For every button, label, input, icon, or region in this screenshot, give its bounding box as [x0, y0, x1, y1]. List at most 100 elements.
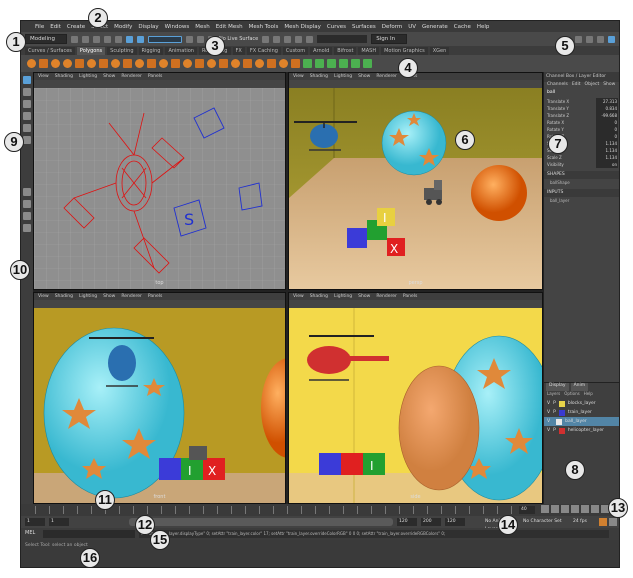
menu-edit[interactable]: Edit [50, 24, 61, 30]
layer-row[interactable]: V P blocks_layer [544, 399, 619, 408]
vp-menu-shading[interactable]: Shading [310, 294, 328, 299]
menu-curves[interactable]: Curves [327, 24, 346, 30]
menu-mesh[interactable]: Mesh [195, 24, 209, 30]
vp-menu-shading[interactable]: Shading [55, 74, 73, 79]
two-pane-layout-icon[interactable] [23, 212, 31, 220]
shelf-tab-curves[interactable]: Curves / Surfaces [25, 47, 75, 55]
undo-icon[interactable] [104, 35, 111, 43]
vp-menu-show[interactable]: Show [358, 74, 370, 79]
spherical-map-icon[interactable] [327, 59, 336, 68]
vp-menu-lighting[interactable]: Lighting [79, 74, 97, 79]
menu-edit-mesh[interactable]: Edit Mesh [216, 24, 243, 30]
attr-row[interactable]: Translate X 27.313 [544, 98, 619, 105]
vp-menu-renderer[interactable]: Renderer [121, 294, 142, 299]
menu-help[interactable]: Help [477, 24, 490, 30]
shelf-tab-mash[interactable]: MASH [358, 47, 380, 55]
menu-modify[interactable]: Modify [114, 24, 132, 30]
layer-playback[interactable]: P [553, 401, 556, 406]
attr-row[interactable]: Visibility on [544, 161, 619, 168]
attr-value[interactable]: 1.134 [596, 147, 618, 154]
attr-row[interactable]: Translate Z -99.668 [544, 112, 619, 119]
layer-color-swatch[interactable] [556, 418, 563, 425]
layer-color-swatch[interactable] [558, 400, 565, 407]
layer-color-swatch[interactable] [558, 409, 565, 416]
menu-mesh-tools[interactable]: Mesh Tools [249, 24, 279, 30]
layer-name[interactable]: blocks_layer [568, 401, 596, 406]
attr-value[interactable]: 0 [596, 133, 618, 140]
shape-node[interactable]: ballShape [544, 179, 619, 186]
poly-torus-icon[interactable] [87, 59, 96, 68]
playback-range-end[interactable]: 120 [445, 518, 465, 526]
step-back-key-icon[interactable] [551, 505, 559, 513]
attr-value[interactable]: 0 [596, 126, 618, 133]
poly-cube-icon[interactable] [39, 59, 48, 68]
vp-menu-view[interactable]: View [38, 74, 49, 79]
shelf-tab-rigging[interactable]: Rigging [138, 47, 164, 55]
shelf-tab-sculpting[interactable]: Sculpting [107, 47, 137, 55]
attr-row[interactable]: Rotate Y 0 [544, 126, 619, 133]
poly-svg-icon[interactable] [159, 59, 168, 68]
redo-icon[interactable] [115, 35, 122, 43]
cylindrical-map-icon[interactable] [315, 59, 324, 68]
unfold-icon[interactable] [351, 59, 360, 68]
shelf-tab-bifrost[interactable]: Bifrost [334, 47, 357, 55]
layer-visibility[interactable]: V [547, 419, 550, 424]
layer-color-swatch[interactable] [558, 427, 565, 434]
boolean-icon[interactable] [207, 59, 216, 68]
layer-tab-anim[interactable]: Anim [570, 383, 589, 391]
attr-row[interactable]: Rotate X 0 [544, 119, 619, 126]
snap-curve-icon[interactable] [197, 35, 204, 43]
shelf-tab-arnold[interactable]: Arnold [310, 47, 333, 55]
mirror-icon[interactable] [219, 59, 228, 68]
inputs-section[interactable]: INPUTS [544, 189, 619, 197]
attr-value[interactable]: 0 [596, 119, 618, 126]
viewport-persp[interactable]: View Shading Lighting Show Renderer Pane… [288, 72, 543, 290]
menu-set-dropdown[interactable]: Modeling [25, 34, 67, 44]
new-scene-icon[interactable] [71, 35, 78, 43]
character-set-dropdown[interactable]: No Character Set [521, 518, 565, 526]
viewport-toolbar[interactable] [289, 80, 542, 88]
viewport-toolbar[interactable] [289, 300, 542, 308]
attr-value[interactable]: -99.668 [596, 112, 618, 119]
go-to-start-icon[interactable] [541, 505, 549, 513]
step-back-frame-icon[interactable] [561, 505, 569, 513]
shelf-tab-polygons[interactable]: Polygons [76, 47, 106, 55]
bevel-edge-icon[interactable] [267, 59, 276, 68]
bridge-icon[interactable] [243, 59, 252, 68]
render-frame-icon[interactable] [273, 35, 281, 43]
cb-menu-object[interactable]: Object [585, 82, 600, 90]
layer-row[interactable]: V P train_layer [544, 408, 619, 417]
render-view-icon[interactable] [262, 35, 270, 43]
move-tool-icon[interactable] [23, 112, 31, 120]
menu-uv[interactable]: UV [408, 24, 416, 30]
vp-menu-lighting[interactable]: Lighting [334, 294, 352, 299]
play-backward-icon[interactable] [571, 505, 579, 513]
vp-menu-show[interactable]: Show [103, 294, 115, 299]
vp-menu-view[interactable]: View [38, 294, 49, 299]
planar-map-icon[interactable] [303, 59, 312, 68]
layer-name[interactable]: train_layer [568, 410, 592, 415]
step-forward-frame-icon[interactable] [591, 505, 599, 513]
input-line-field[interactable] [317, 35, 368, 43]
selection-mask-icons[interactable] [148, 35, 182, 43]
vp-menu-panels[interactable]: Panels [148, 294, 162, 299]
lasso-tool-icon[interactable] [23, 88, 31, 96]
layer-visibility[interactable]: V [547, 410, 550, 415]
outliner-layout-icon[interactable] [23, 224, 31, 232]
layer-name[interactable]: ball_layer [565, 419, 587, 424]
attr-value[interactable]: 0.834 [596, 105, 618, 112]
menu-create[interactable]: Create [67, 24, 85, 30]
vp-menu-lighting[interactable]: Lighting [334, 74, 352, 79]
sign-in-dropdown[interactable]: Sign In [371, 34, 408, 44]
menu-mesh-display[interactable]: Mesh Display [284, 24, 321, 30]
menu-display[interactable]: Display [138, 24, 158, 30]
toggle-attribute-editor-icon[interactable] [586, 35, 593, 43]
attr-row[interactable]: Scale Z 1.134 [544, 154, 619, 161]
vp-menu-panels[interactable]: Panels [403, 294, 417, 299]
fps-field[interactable]: 24 fps [571, 518, 593, 526]
select-by-hierarchy-icon[interactable] [126, 35, 133, 43]
selected-object-name[interactable]: ball [544, 90, 619, 98]
attr-value[interactable]: 1.134 [596, 154, 618, 161]
single-pane-layout-icon[interactable] [23, 188, 31, 196]
poly-cylinder-icon[interactable] [51, 59, 60, 68]
